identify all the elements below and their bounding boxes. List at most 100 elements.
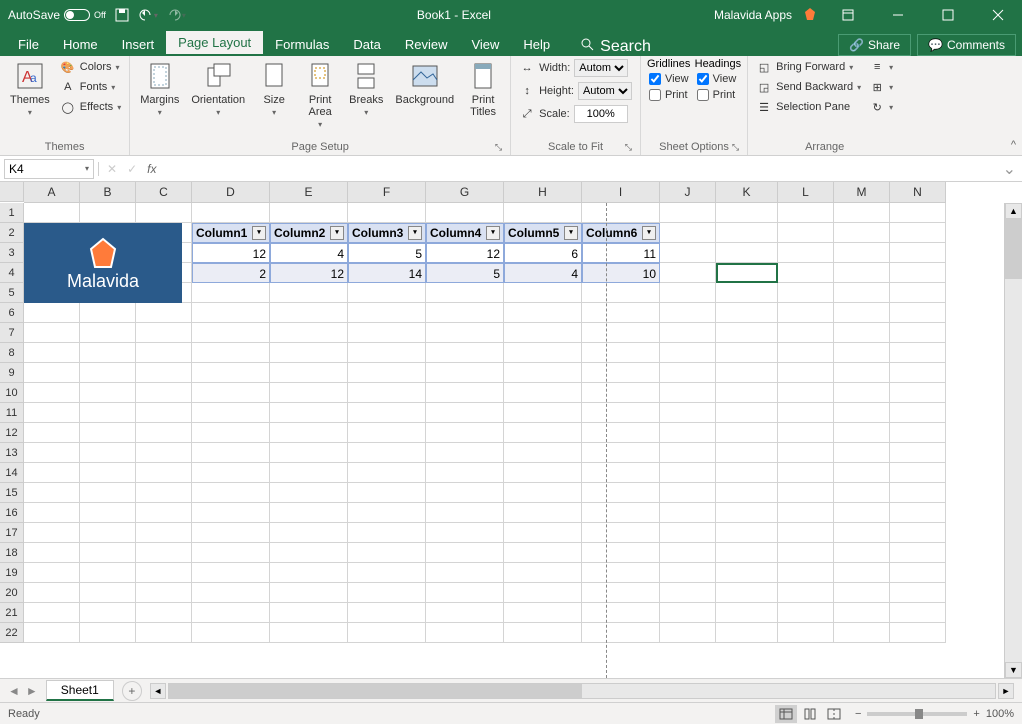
cell[interactable] bbox=[778, 623, 834, 643]
cell[interactable] bbox=[660, 443, 716, 463]
select-all-corner[interactable] bbox=[0, 182, 24, 202]
share-button[interactable]: 🔗Share bbox=[838, 34, 911, 56]
cell[interactable] bbox=[834, 343, 890, 363]
cell[interactable] bbox=[834, 443, 890, 463]
cell[interactable] bbox=[890, 383, 946, 403]
launcher-icon[interactable]: ⤡ bbox=[495, 142, 502, 153]
row-header[interactable]: 20 bbox=[0, 583, 24, 603]
cell[interactable] bbox=[426, 603, 504, 623]
cell[interactable] bbox=[778, 603, 834, 623]
cell[interactable] bbox=[270, 583, 348, 603]
cell[interactable] bbox=[136, 303, 192, 323]
maximize-button[interactable] bbox=[928, 0, 968, 30]
cell[interactable] bbox=[890, 203, 946, 223]
cell[interactable] bbox=[504, 583, 582, 603]
cell[interactable] bbox=[24, 623, 80, 643]
cell[interactable] bbox=[660, 343, 716, 363]
save-icon[interactable] bbox=[114, 7, 130, 23]
cancel-icon[interactable]: ✕ bbox=[107, 162, 117, 176]
cell[interactable] bbox=[348, 323, 426, 343]
gridlines-view-check[interactable]: View bbox=[647, 72, 691, 86]
cell[interactable] bbox=[834, 203, 890, 223]
cell[interactable] bbox=[834, 583, 890, 603]
cell[interactable] bbox=[890, 263, 946, 283]
row-header[interactable]: 6 bbox=[0, 303, 24, 323]
cell[interactable] bbox=[270, 423, 348, 443]
cell[interactable] bbox=[890, 423, 946, 443]
cell[interactable] bbox=[504, 343, 582, 363]
col-header[interactable]: J bbox=[660, 182, 716, 203]
cell[interactable] bbox=[192, 563, 270, 583]
cell[interactable] bbox=[348, 463, 426, 483]
cell[interactable] bbox=[582, 363, 660, 383]
cell[interactable] bbox=[192, 463, 270, 483]
row-header[interactable]: 15 bbox=[0, 483, 24, 503]
cell[interactable] bbox=[504, 563, 582, 583]
cell[interactable] bbox=[270, 543, 348, 563]
cell[interactable] bbox=[24, 203, 80, 223]
cell[interactable] bbox=[24, 403, 80, 423]
cell[interactable] bbox=[582, 583, 660, 603]
cell[interactable] bbox=[136, 583, 192, 603]
cell[interactable] bbox=[136, 543, 192, 563]
col-header[interactable]: N bbox=[890, 182, 946, 203]
tab-insert[interactable]: Insert bbox=[110, 33, 167, 56]
cell[interactable] bbox=[778, 323, 834, 343]
row-header[interactable]: 1 bbox=[0, 203, 24, 223]
cell[interactable] bbox=[192, 323, 270, 343]
effects-button[interactable]: ◯Effects▾ bbox=[58, 98, 123, 116]
cell[interactable] bbox=[192, 403, 270, 423]
filter-icon[interactable]: ▾ bbox=[564, 226, 578, 240]
filter-icon[interactable]: ▾ bbox=[408, 226, 422, 240]
cell[interactable] bbox=[192, 543, 270, 563]
cell[interactable] bbox=[270, 463, 348, 483]
cell[interactable] bbox=[504, 503, 582, 523]
cell[interactable] bbox=[716, 243, 778, 263]
cell[interactable] bbox=[582, 403, 660, 423]
row-header[interactable]: 3 bbox=[0, 243, 24, 263]
cell[interactable] bbox=[426, 343, 504, 363]
col-header[interactable]: M bbox=[834, 182, 890, 203]
cell[interactable] bbox=[582, 443, 660, 463]
tab-formulas[interactable]: Formulas bbox=[263, 33, 341, 56]
scroll-left-icon[interactable]: ◄ bbox=[150, 683, 166, 699]
cell[interactable] bbox=[716, 523, 778, 543]
zoom-out-button[interactable]: − bbox=[855, 708, 861, 720]
breaks-button[interactable]: Breaks▾ bbox=[345, 58, 387, 119]
cell[interactable] bbox=[426, 323, 504, 343]
scroll-down-icon[interactable]: ▼ bbox=[1005, 662, 1022, 678]
scroll-right-icon[interactable]: ► bbox=[998, 683, 1014, 699]
row-header[interactable]: 17 bbox=[0, 523, 24, 543]
row-header[interactable]: 21 bbox=[0, 603, 24, 623]
cell[interactable] bbox=[24, 543, 80, 563]
cell[interactable] bbox=[890, 623, 946, 643]
cell[interactable] bbox=[890, 243, 946, 263]
table-header-cell[interactable]: Column5▾ bbox=[504, 223, 582, 243]
cell[interactable] bbox=[136, 343, 192, 363]
cell[interactable] bbox=[890, 523, 946, 543]
collapse-ribbon-button[interactable]: ^ bbox=[1011, 139, 1016, 151]
cell[interactable] bbox=[890, 543, 946, 563]
cell[interactable] bbox=[834, 383, 890, 403]
prev-sheet-icon[interactable]: ◄ bbox=[8, 684, 20, 698]
cell[interactable] bbox=[716, 423, 778, 443]
cell[interactable] bbox=[778, 463, 834, 483]
cell[interactable] bbox=[660, 423, 716, 443]
page-layout-view-button[interactable] bbox=[799, 705, 821, 723]
row-header[interactable]: 11 bbox=[0, 403, 24, 423]
cell[interactable] bbox=[778, 423, 834, 443]
cell[interactable] bbox=[716, 563, 778, 583]
cell[interactable] bbox=[192, 523, 270, 543]
cell[interactable] bbox=[504, 443, 582, 463]
cell[interactable] bbox=[660, 503, 716, 523]
cell[interactable] bbox=[716, 443, 778, 463]
table-cell[interactable]: 5 bbox=[426, 263, 504, 283]
cell[interactable] bbox=[192, 443, 270, 463]
name-box[interactable]: K4▾ bbox=[4, 159, 94, 179]
cell[interactable] bbox=[24, 603, 80, 623]
add-sheet-button[interactable]: + bbox=[122, 681, 142, 701]
cell[interactable] bbox=[582, 323, 660, 343]
malavida-logo[interactable]: Malavida bbox=[24, 223, 182, 303]
print-titles-button[interactable]: Print Titles bbox=[462, 58, 504, 120]
cell[interactable] bbox=[426, 403, 504, 423]
